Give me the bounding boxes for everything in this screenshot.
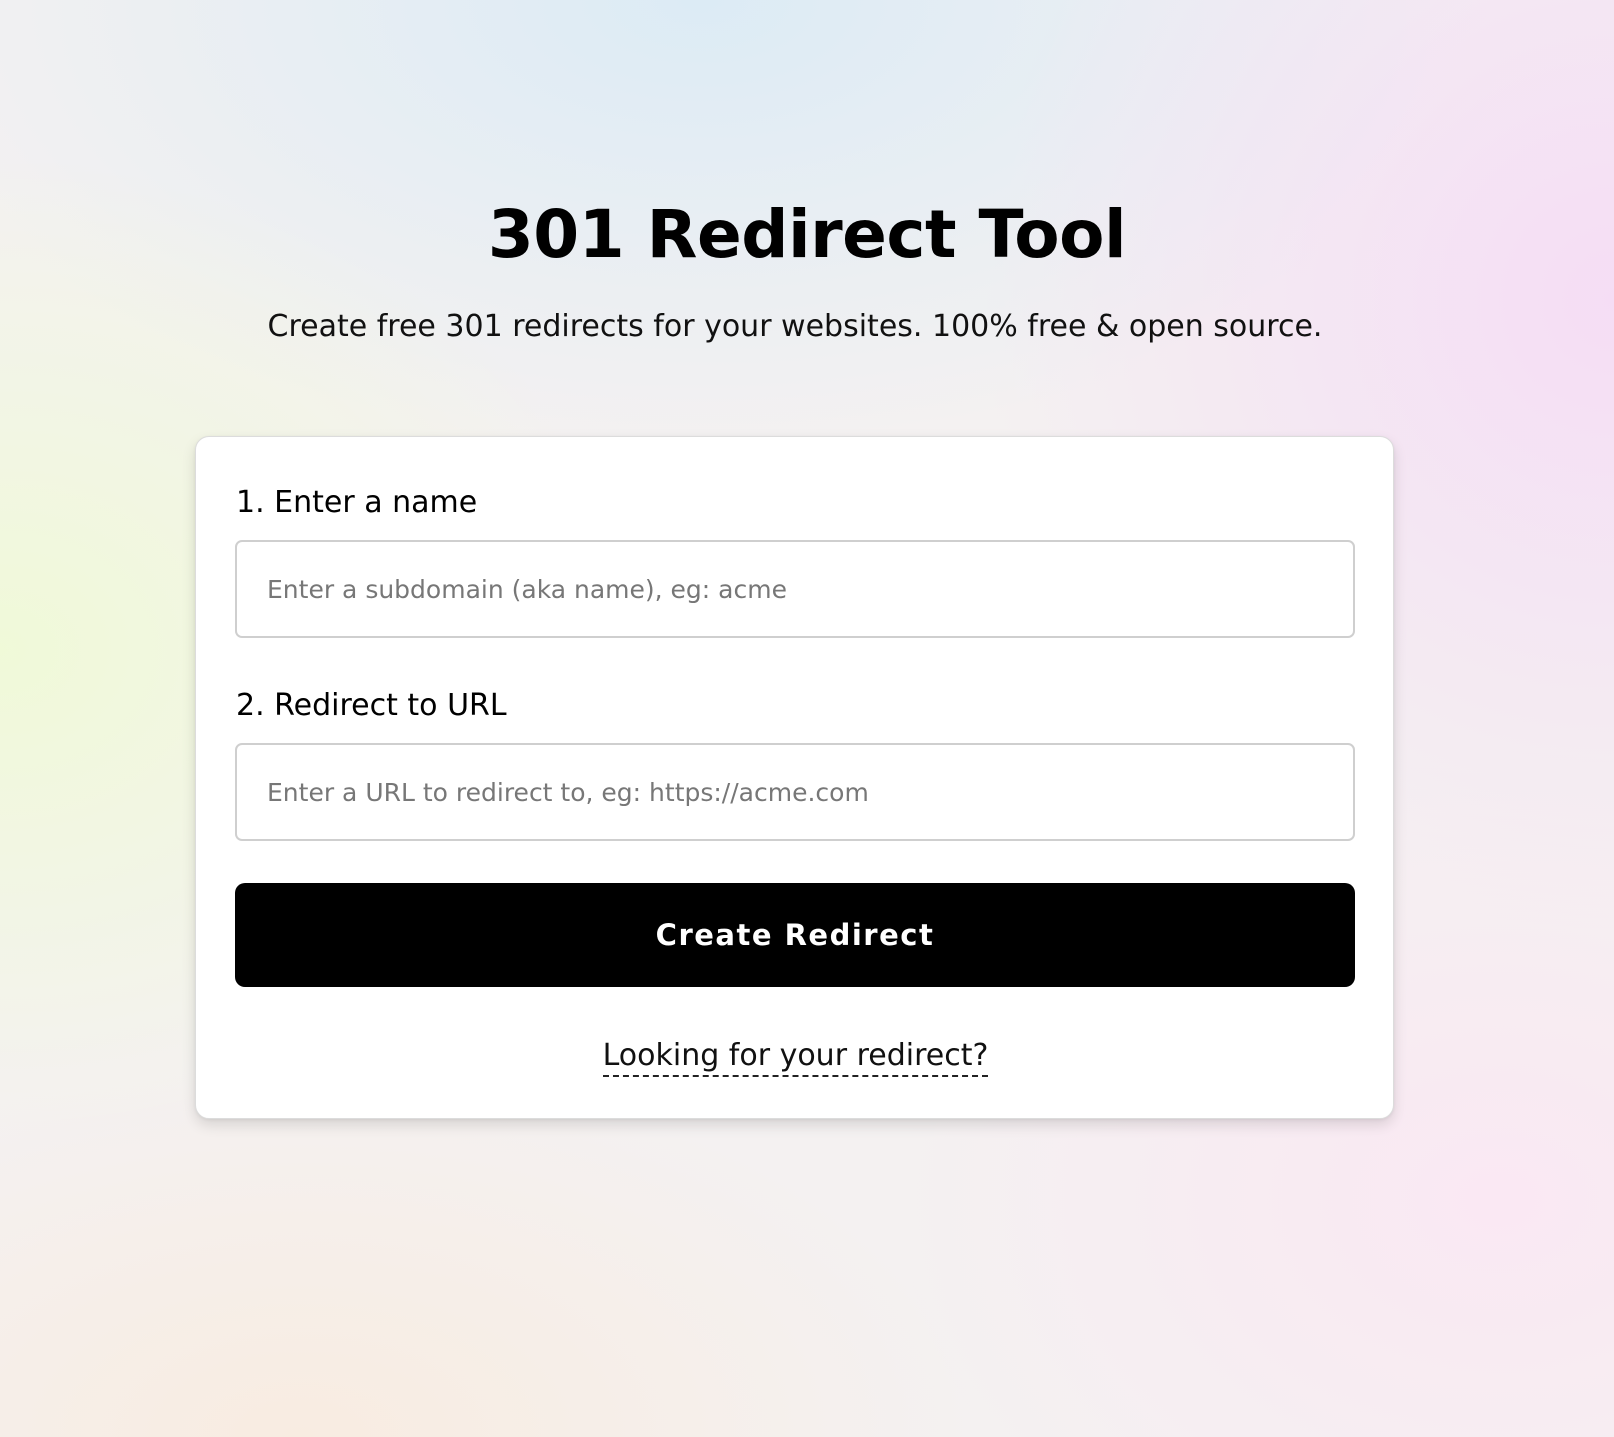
redirect-url-input[interactable] [235,743,1355,841]
page-subtitle: Create free 301 redirects for your websi… [267,309,1323,344]
page-title: 301 Redirect Tool [487,196,1127,273]
create-redirect-button[interactable]: Create Redirect [235,883,1355,987]
subdomain-name-input[interactable] [235,540,1355,638]
redirect-form-card: 1. Enter a name 2. Redirect to URL Creat… [195,436,1394,1119]
find-redirect-link[interactable]: Looking for your redirect? [602,1038,989,1077]
lookup-link-container: Looking for your redirect? [196,1038,1395,1077]
url-field-label: 2. Redirect to URL [236,688,507,723]
name-field-label: 1. Enter a name [236,485,478,520]
